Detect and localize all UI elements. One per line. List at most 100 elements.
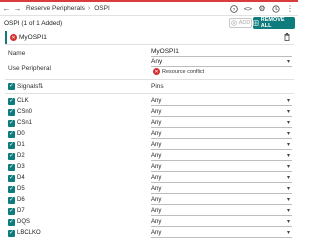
pin-select-value: Any bbox=[151, 120, 162, 126]
add-button-label: ADD bbox=[238, 20, 251, 26]
dropdown-caret-icon: ▾ bbox=[286, 197, 290, 203]
settings-gear-icon[interactable]: ⚙ bbox=[257, 3, 267, 14]
header: OSPI (1 of 1 Added) ADD REMOVE ALL bbox=[0, 16, 298, 30]
name-field-value: MyOSPI1 bbox=[151, 48, 179, 55]
back-arrow-icon[interactable]: ← bbox=[2, 4, 11, 14]
signal-checkbox[interactable]: ✓ bbox=[8, 98, 15, 105]
page-title: OSPI (1 of 1 Added) bbox=[4, 19, 63, 27]
signal-checkbox[interactable]: ✓ bbox=[8, 131, 15, 138]
signal-name: D5 bbox=[17, 186, 25, 192]
pin-select-value: Any bbox=[151, 208, 162, 214]
code-view-icon[interactable]: <> bbox=[243, 3, 253, 14]
signal-checkbox[interactable]: ✓ bbox=[8, 120, 15, 127]
dropdown-caret-icon: ▾ bbox=[286, 120, 290, 126]
pin-select[interactable]: Any ▾ bbox=[151, 108, 292, 117]
name-field[interactable]: MyOSPI1 bbox=[151, 48, 292, 57]
signals-column-header: Signals bbox=[17, 83, 39, 90]
signal-checkbox[interactable]: ✓ bbox=[8, 175, 15, 182]
divider bbox=[5, 79, 294, 80]
error-icon: ✕ bbox=[153, 68, 160, 75]
remove-all-button[interactable]: REMOVE ALL bbox=[253, 17, 295, 29]
signal-checkbox[interactable]: ✓ bbox=[8, 153, 15, 160]
signal-checkbox[interactable]: ✓ bbox=[8, 109, 15, 116]
pin-select-value: Any bbox=[151, 175, 162, 181]
pin-select[interactable]: Any ▾ bbox=[151, 196, 292, 205]
pin-select-value: Any bbox=[151, 131, 162, 137]
pin-select[interactable]: Any ▾ bbox=[151, 119, 292, 128]
pin-select-value: Any bbox=[151, 186, 162, 192]
pin-select[interactable]: Any ▾ bbox=[151, 130, 292, 139]
resource-conflict-message: ✕ Resource conflict bbox=[153, 68, 204, 75]
signal-name: CLK bbox=[17, 98, 29, 104]
add-button[interactable]: ADD bbox=[229, 18, 252, 28]
divider bbox=[5, 44, 294, 45]
dropdown-caret-icon: ▾ bbox=[286, 164, 290, 170]
history-icon[interactable] bbox=[271, 3, 281, 14]
breadcrumb-item-ospi[interactable]: OSPI bbox=[94, 5, 110, 12]
help-icon[interactable]: ? bbox=[229, 3, 239, 14]
grid-icon bbox=[253, 20, 259, 26]
pin-select[interactable]: Any ▾ bbox=[151, 185, 292, 194]
signal-checkbox[interactable]: ✓ bbox=[8, 186, 15, 193]
use-peripheral-value: Any bbox=[151, 58, 163, 65]
divider bbox=[5, 93, 294, 94]
instance-name: MyOSPI1 bbox=[19, 34, 47, 41]
dropdown-caret-icon: ▾ bbox=[286, 98, 290, 104]
dropdown-caret-icon: ▾ bbox=[286, 131, 290, 137]
use-peripheral-label: Use Peripheral bbox=[8, 65, 51, 72]
dropdown-caret-icon: ▾ bbox=[286, 153, 290, 159]
pin-select-value: Any bbox=[151, 219, 162, 225]
breadcrumb-item-reserve-peripherals[interactable]: Reserve Peripherals bbox=[26, 5, 85, 12]
pin-select-value: Any bbox=[151, 109, 162, 115]
signal-checkbox[interactable]: ✓ bbox=[8, 219, 15, 226]
pin-select[interactable]: Any ▾ bbox=[151, 141, 292, 150]
pin-select-value: Any bbox=[151, 153, 162, 159]
signal-name: CSn1 bbox=[17, 120, 33, 126]
pins-column-header: Pins bbox=[151, 83, 164, 90]
pin-select-value: Any bbox=[151, 164, 162, 170]
signal-name: D7 bbox=[17, 208, 25, 214]
pin-select[interactable]: Any ▾ bbox=[151, 97, 292, 106]
pin-select-value: Any bbox=[151, 230, 162, 236]
signal-checkbox[interactable]: ✓ bbox=[8, 230, 15, 237]
signal-name: D4 bbox=[17, 175, 25, 181]
dropdown-caret-icon: ▾ bbox=[286, 109, 290, 115]
remove-all-button-label: REMOVE ALL bbox=[260, 17, 285, 29]
dropdown-caret-icon: ▾ bbox=[286, 142, 290, 148]
dropdown-caret-icon: ▾ bbox=[286, 208, 290, 214]
pin-select[interactable]: Any ▾ bbox=[151, 218, 292, 227]
more-options-icon[interactable]: ⋮ bbox=[285, 3, 295, 14]
conflict-text: Resource conflict bbox=[162, 68, 205, 75]
pin-select-value: Any bbox=[151, 142, 162, 148]
signal-name: CSn0 bbox=[17, 109, 33, 115]
toolbar-icons: ? <> ⚙ ⋮ bbox=[229, 3, 295, 14]
pin-select[interactable]: Any ▾ bbox=[151, 174, 292, 183]
dropdown-caret-icon: ▾ bbox=[286, 59, 290, 65]
use-peripheral-select[interactable]: Any ▾ bbox=[151, 58, 292, 67]
dropdown-caret-icon: ▾ bbox=[286, 175, 290, 181]
pin-select[interactable]: Any ▾ bbox=[151, 229, 292, 238]
signal-checkbox[interactable]: ✓ bbox=[8, 164, 15, 171]
instance-header[interactable]: ✕ MyOSPI1 bbox=[5, 31, 294, 44]
sort-icon[interactable]: ⇅ bbox=[38, 82, 43, 90]
signal-name: D6 bbox=[17, 197, 25, 203]
dropdown-caret-icon: ▾ bbox=[286, 219, 290, 225]
breadcrumb-bar: ← → Reserve Peripherals › OSPI ? <> ⚙ ⋮ bbox=[0, 2, 298, 16]
pin-select[interactable]: Any ▾ bbox=[151, 163, 292, 172]
dropdown-caret-icon: ▾ bbox=[286, 230, 290, 236]
signal-name: D2 bbox=[17, 153, 25, 159]
signal-checkbox[interactable]: ✓ bbox=[8, 197, 15, 204]
pin-select[interactable]: Any ▾ bbox=[151, 152, 292, 161]
pin-select[interactable]: Any ▾ bbox=[151, 207, 292, 216]
signal-checkbox[interactable]: ✓ bbox=[8, 142, 15, 149]
select-all-signals-checkbox[interactable]: ✓ bbox=[8, 83, 15, 90]
signal-checkbox[interactable]: ✓ bbox=[8, 208, 15, 215]
plus-circle-icon bbox=[230, 20, 237, 26]
delete-trash-icon[interactable] bbox=[284, 33, 290, 43]
pin-select-value: Any bbox=[151, 98, 162, 104]
signal-name: DQS bbox=[17, 219, 31, 225]
error-icon: ✕ bbox=[10, 34, 17, 41]
signal-name: D0 bbox=[17, 131, 25, 137]
forward-arrow-icon[interactable]: → bbox=[13, 4, 22, 14]
signal-name: D1 bbox=[17, 142, 25, 148]
